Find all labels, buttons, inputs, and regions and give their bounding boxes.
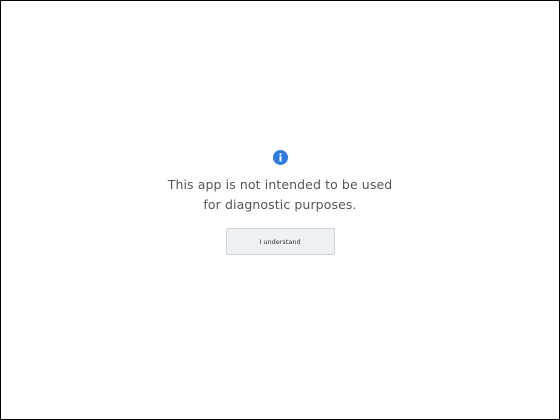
disclaimer-message-line-1: This app is not intended to be used [167,177,393,192]
i-understand-button[interactable]: I understand [225,228,335,255]
info-icon [272,150,288,165]
disclaimer-dialog: This app is not intended to be used for … [1,150,559,255]
disclaimer-message: This app is not intended to be used for … [168,175,393,215]
app-window: This app is not intended to be used for … [0,0,560,420]
disclaimer-message-line-2: for diagnostic purposes. [203,197,357,212]
